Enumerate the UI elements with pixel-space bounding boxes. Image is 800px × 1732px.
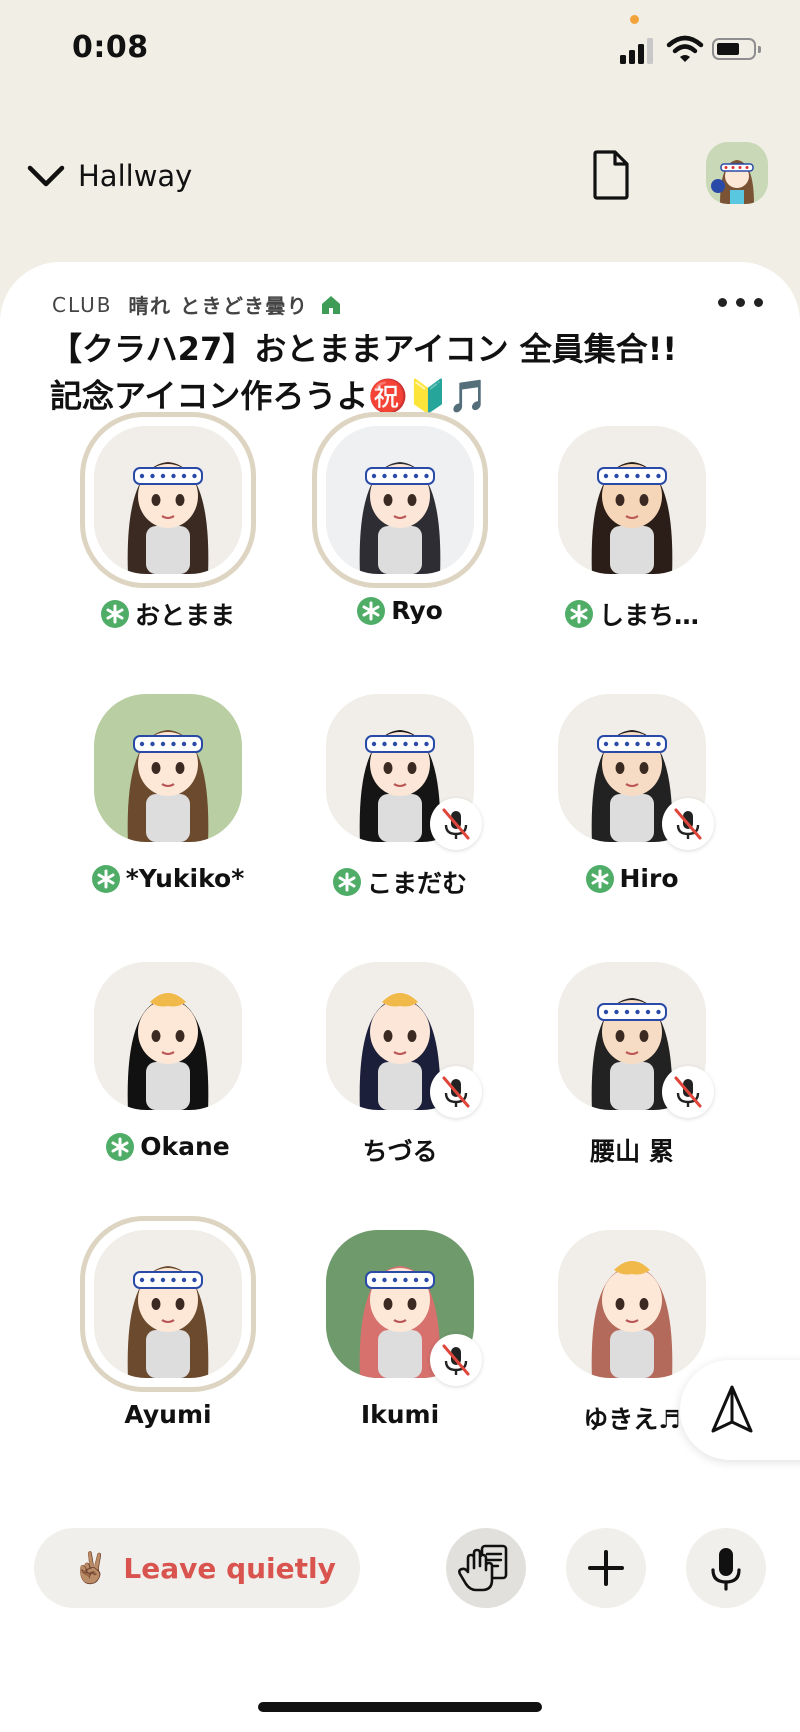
- speaker-tile[interactable]: ちづる: [284, 948, 516, 1214]
- room-header: Hallway: [0, 120, 800, 230]
- battery-icon: [712, 38, 761, 60]
- speaker-name-row: Hiro: [516, 864, 748, 893]
- club-name: 晴れ ときどき曇り: [128, 294, 309, 318]
- speaker-avatar[interactable]: [558, 426, 706, 574]
- speaker-avatar[interactable]: [94, 426, 242, 574]
- speaker-name-row: ちづる: [284, 1132, 516, 1168]
- muted-mic-icon: [430, 798, 482, 850]
- speaker-avatar-frame: [80, 1216, 256, 1392]
- speaker-name-row: *Yukiko*: [52, 864, 284, 893]
- club-link[interactable]: CLUB 晴れ ときどき曇り: [52, 290, 342, 319]
- speaker-tile[interactable]: Okane: [52, 948, 284, 1214]
- status-time: 0:08: [72, 30, 149, 65]
- speaker-avatar-frame: [312, 680, 488, 856]
- muted-mic-icon: [662, 1066, 714, 1118]
- privacy-indicator-dot: [630, 15, 639, 24]
- speaker-avatar-frame: [80, 680, 256, 856]
- speaker-avatar-frame: [312, 412, 488, 588]
- speaker-avatar[interactable]: [94, 1230, 242, 1378]
- speaker-tile[interactable]: こまだむ: [284, 680, 516, 946]
- document-icon[interactable]: [590, 150, 632, 200]
- speaker-tile[interactable]: *Yukiko*: [52, 680, 284, 946]
- speaker-avatar-frame: [312, 948, 488, 1124]
- speaker-name: *Yukiko*: [125, 864, 245, 893]
- speaker-name: こまだむ: [366, 869, 467, 898]
- moderator-badge-icon: [100, 600, 129, 628]
- profile-avatar[interactable]: [706, 142, 768, 204]
- speaker-tile[interactable]: おとまま: [52, 412, 284, 678]
- moderator-badge-icon: [106, 1132, 135, 1161]
- speaker-avatar-frame: [544, 412, 720, 588]
- raise-hand-button[interactable]: [446, 1528, 526, 1608]
- microphone-button[interactable]: [686, 1528, 766, 1608]
- speaker-avatar[interactable]: [326, 426, 474, 574]
- speaker-name-row: Okane: [52, 1132, 284, 1161]
- more-options-button[interactable]: [716, 288, 766, 316]
- speaker-name-row: 腰山 累: [516, 1132, 748, 1168]
- speaker-tile[interactable]: Hiro: [516, 680, 748, 946]
- speaker-avatar-frame: [80, 412, 256, 588]
- wifi-icon: [665, 34, 705, 64]
- room-card: CLUB 晴れ ときどき曇り 【クラハ27】おとままアイコン 全員集合!!記念ア…: [0, 262, 800, 1732]
- speaker-name: しまち…: [598, 601, 699, 630]
- speaker-name: Ayumi: [124, 1400, 212, 1429]
- speaker-name: 腰山 累: [590, 1137, 674, 1166]
- speaker-name: Ryo: [391, 596, 443, 625]
- moderator-badge-icon: [585, 864, 614, 893]
- ping-button[interactable]: [680, 1360, 800, 1460]
- cellular-signal-icon: [620, 36, 656, 64]
- back-to-hallway-button[interactable]: Hallway: [24, 154, 192, 198]
- speaker-tile[interactable]: Ikumi: [284, 1216, 516, 1482]
- speaker-name-row: おとまま: [52, 596, 284, 632]
- leave-quietly-button[interactable]: ✌🏽 Leave quietly: [34, 1528, 360, 1608]
- speaker-avatar-frame: [544, 948, 720, 1124]
- moderator-badge-icon: [564, 600, 593, 628]
- speaker-tile[interactable]: Ayumi: [52, 1216, 284, 1482]
- paper-plane-icon: [711, 1385, 753, 1433]
- home-indicator: [258, 1702, 542, 1712]
- speaker-avatar[interactable]: [94, 962, 242, 1110]
- speaker-name-row: Ikumi: [284, 1400, 516, 1429]
- house-icon: [322, 295, 341, 314]
- speaker-name: ちづる: [362, 1137, 438, 1166]
- microphone-icon: [711, 1548, 741, 1591]
- speaker-name: Hiro: [619, 864, 679, 893]
- moderator-badge-icon: [332, 868, 361, 896]
- speaker-name: おとまま: [134, 601, 235, 630]
- club-prefix: CLUB: [52, 292, 113, 317]
- speaker-name-row: Ryo: [284, 596, 516, 625]
- speaker-name: Ikumi: [360, 1400, 440, 1429]
- muted-mic-icon: [662, 798, 714, 850]
- back-label: Hallway: [78, 159, 193, 193]
- speaker-name: Okane: [140, 1132, 230, 1161]
- speaker-name: ゆきえ♬: [583, 1405, 681, 1434]
- status-bar: 0:08: [0, 0, 800, 100]
- speaker-avatar[interactable]: [94, 694, 242, 842]
- speaker-name-row: こまだむ: [284, 864, 516, 900]
- speaker-name-row: Ayumi: [52, 1400, 284, 1429]
- speaker-tile[interactable]: 腰山 累: [516, 948, 748, 1214]
- muted-mic-icon: [430, 1334, 482, 1386]
- moderator-badge-icon: [357, 596, 386, 625]
- speaker-name-row: しまち…: [516, 596, 748, 632]
- speaker-avatar-frame: [544, 1216, 720, 1392]
- raise-hand-icon: [458, 1544, 508, 1592]
- speaker-avatar[interactable]: [558, 1230, 706, 1378]
- add-button[interactable]: [566, 1528, 646, 1608]
- leave-quietly-label: Leave quietly: [123, 1551, 336, 1585]
- chevron-down-icon: [27, 165, 65, 187]
- moderator-badge-icon: [91, 864, 120, 893]
- speaker-avatar-frame: [312, 1216, 488, 1392]
- speaker-avatar-frame: [544, 680, 720, 856]
- speaker-tile[interactable]: Ryo: [284, 412, 516, 678]
- plus-icon: [588, 1550, 624, 1586]
- room-title: 【クラハ27】おとままアイコン 全員集合!!記念アイコン作ろうよ㊗️🔰🎵: [50, 330, 677, 415]
- muted-mic-icon: [430, 1066, 482, 1118]
- speaker-avatar-frame: [80, 948, 256, 1124]
- speaker-tile[interactable]: しまち…: [516, 412, 748, 678]
- peace-hand-icon: ✌🏽: [72, 1550, 110, 1586]
